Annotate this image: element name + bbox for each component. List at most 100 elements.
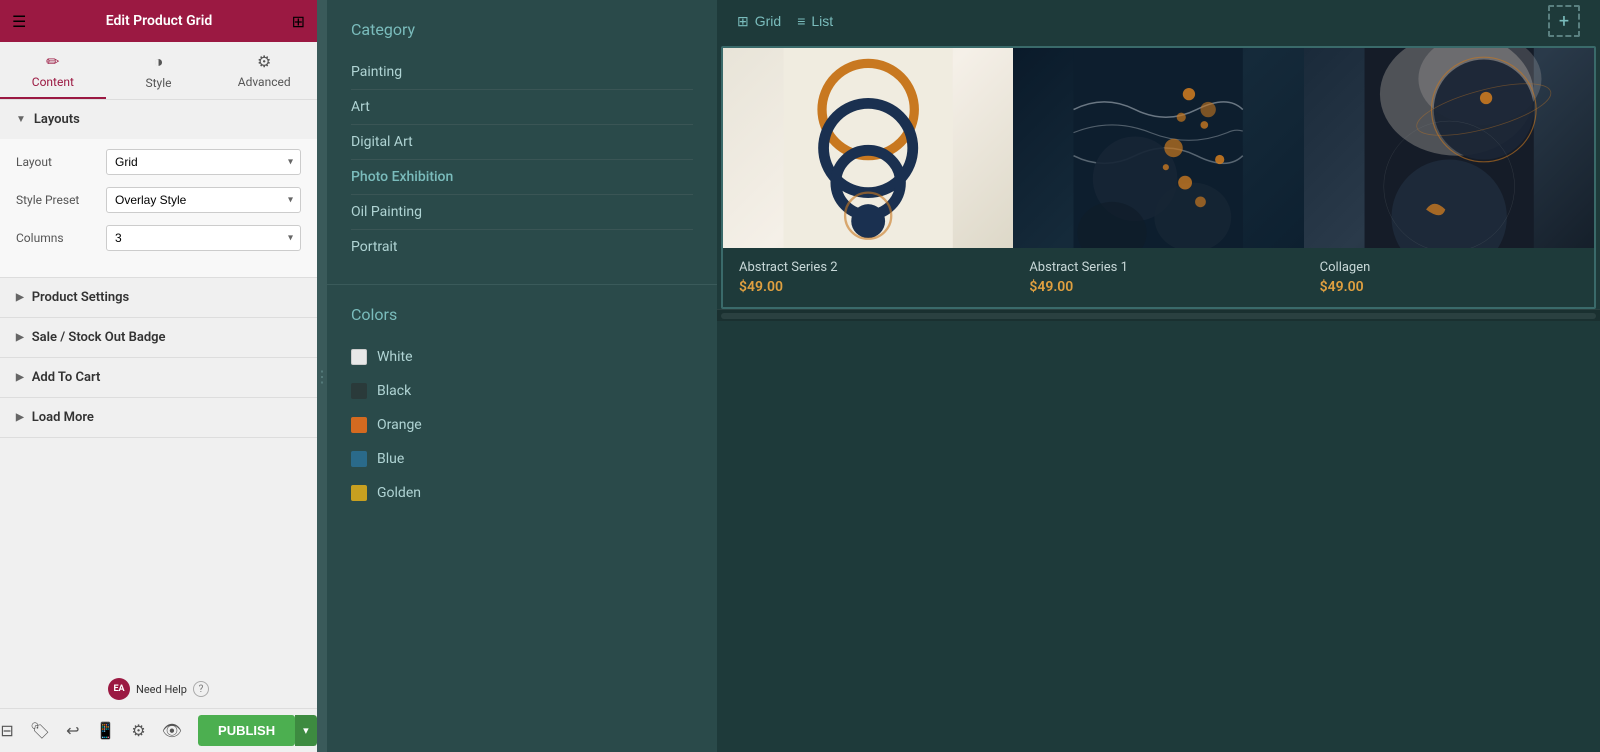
product-card-3: Collagen $49.00 bbox=[1304, 48, 1594, 307]
color-item-golden[interactable]: Golden bbox=[351, 476, 693, 510]
need-help-text[interactable]: Need Help bbox=[136, 683, 187, 696]
layouts-section: ▼ Layouts Layout Grid List Masonry bbox=[0, 100, 317, 278]
grid-view-icon: ⊞ bbox=[737, 13, 749, 30]
settings-icon[interactable]: ⚙ bbox=[131, 721, 145, 740]
product-info-1: Abstract Series 2 $49.00 bbox=[723, 248, 1013, 307]
golden-swatch bbox=[351, 485, 367, 501]
columns-select[interactable]: 1 2 3 4 5 6 bbox=[106, 225, 301, 251]
product-image-2 bbox=[1013, 48, 1303, 248]
publish-dropdown-button[interactable]: ▾ bbox=[295, 715, 317, 746]
advanced-icon: ⚙ bbox=[257, 52, 271, 71]
need-help-row: EA Need Help ? bbox=[0, 670, 317, 708]
add-to-cart-section: ▶ Add To Cart bbox=[0, 358, 317, 398]
category-item-art[interactable]: Art bbox=[351, 90, 693, 125]
colors-title: Colors bbox=[351, 305, 693, 324]
product-price-3: $49.00 bbox=[1320, 279, 1578, 295]
color-item-orange[interactable]: Orange bbox=[351, 408, 693, 442]
category-items: Painting Art Digital Art Photo Exhibitio… bbox=[351, 55, 693, 264]
product-settings-label: Product Settings bbox=[32, 290, 130, 305]
style-preset-label: Style Preset bbox=[16, 193, 106, 207]
style-preset-field-row: Style Preset Overlay Style Default Class… bbox=[16, 187, 301, 213]
tab-advanced[interactable]: ⚙ Advanced bbox=[211, 42, 317, 99]
style-preset-select[interactable]: Overlay Style Default Classic bbox=[106, 187, 301, 213]
white-label: White bbox=[377, 349, 413, 365]
horizontal-scrollbar[interactable] bbox=[721, 313, 1596, 319]
category-section: Category Painting Art Digital Art Photo … bbox=[327, 0, 717, 285]
white-swatch bbox=[351, 349, 367, 365]
columns-field-row: Columns 1 2 3 4 5 6 bbox=[16, 225, 301, 251]
content-toolbar: ⊞ Grid ≡ List + bbox=[717, 0, 1600, 42]
layouts-arrow: ▼ bbox=[16, 114, 26, 125]
category-item-painting[interactable]: Painting bbox=[351, 55, 693, 90]
layout-select-wrapper: Grid List Masonry bbox=[106, 149, 301, 175]
load-more-arrow: ▶ bbox=[16, 412, 24, 423]
add-to-cart-label: Add To Cart bbox=[32, 370, 101, 385]
publish-group: PUBLISH ▾ bbox=[198, 715, 317, 746]
ea-badge: EA bbox=[108, 678, 130, 700]
load-more-header[interactable]: ▶ Load More bbox=[0, 398, 317, 437]
category-item-portrait[interactable]: Portrait bbox=[351, 230, 693, 264]
blue-label: Blue bbox=[377, 451, 404, 467]
category-item-photo-exhibition[interactable]: Photo Exhibition bbox=[351, 160, 693, 195]
columns-select-wrapper: 1 2 3 4 5 6 bbox=[106, 225, 301, 251]
content-area: ⊞ Grid ≡ List + bbox=[717, 0, 1600, 752]
sale-badge-label: Sale / Stock Out Badge bbox=[32, 330, 166, 345]
scrollbar-area bbox=[717, 309, 1600, 321]
color-item-black[interactable]: Black bbox=[351, 374, 693, 408]
product-name-3: Collagen bbox=[1320, 260, 1578, 275]
color-items: White Black Orange Blue Golden bbox=[351, 340, 693, 510]
ea-icon: EA bbox=[108, 678, 130, 700]
product-info-2: Abstract Series 1 $49.00 bbox=[1013, 248, 1303, 307]
resize-handle[interactable] bbox=[317, 0, 327, 752]
view-toggle: ⊞ Grid ≡ List bbox=[737, 13, 833, 30]
list-view-icon: ≡ bbox=[797, 13, 805, 29]
artwork-circles-svg bbox=[723, 48, 1013, 248]
tab-content[interactable]: ✏ Content bbox=[0, 42, 106, 99]
product-settings-arrow: ▶ bbox=[16, 292, 24, 303]
tab-style[interactable]: ◑ Style bbox=[106, 42, 212, 99]
product-image-1 bbox=[723, 48, 1013, 248]
mobile-icon[interactable]: 📱 bbox=[95, 721, 115, 740]
category-item-digital-art[interactable]: Digital Art bbox=[351, 125, 693, 160]
bottom-bar: ⊟ 🏷 ↩ 📱 ⚙ 👁 PUBLISH ▾ bbox=[0, 708, 317, 752]
color-item-white[interactable]: White bbox=[351, 340, 693, 374]
content-icon: ✏ bbox=[46, 52, 59, 71]
help-circle-icon[interactable]: ? bbox=[193, 681, 209, 697]
product-settings-section: ▶ Product Settings bbox=[0, 278, 317, 318]
product-name-2: Abstract Series 1 bbox=[1029, 260, 1287, 275]
tag-icon[interactable]: 🏷 bbox=[30, 721, 50, 740]
layouts-header[interactable]: ▼ Layouts bbox=[0, 100, 317, 139]
grid-view-button[interactable]: ⊞ Grid bbox=[737, 13, 781, 30]
category-item-oil-painting[interactable]: Oil Painting bbox=[351, 195, 693, 230]
orange-swatch bbox=[351, 417, 367, 433]
layers-icon[interactable]: ⊟ bbox=[0, 721, 13, 740]
add-to-cart-arrow: ▶ bbox=[16, 372, 24, 383]
product-settings-header[interactable]: ▶ Product Settings bbox=[0, 278, 317, 317]
product-image-3 bbox=[1304, 48, 1594, 248]
product-price-2: $49.00 bbox=[1029, 279, 1287, 295]
layout-select[interactable]: Grid List Masonry bbox=[106, 149, 301, 175]
grid-view-icon[interactable]: ⊞ bbox=[292, 12, 305, 31]
sale-badge-section: ▶ Sale / Stock Out Badge bbox=[0, 318, 317, 358]
add-section-button[interactable]: + bbox=[1548, 5, 1580, 37]
add-to-cart-header[interactable]: ▶ Add To Cart bbox=[0, 358, 317, 397]
product-price-1: $49.00 bbox=[739, 279, 997, 295]
clock-icon[interactable]: ↩ bbox=[66, 721, 79, 740]
sidebar-content: ▼ Layouts Layout Grid List Masonry bbox=[0, 100, 317, 752]
golden-label: Golden bbox=[377, 485, 421, 501]
color-item-blue[interactable]: Blue bbox=[351, 442, 693, 476]
blue-swatch bbox=[351, 451, 367, 467]
list-view-button[interactable]: ≡ List bbox=[797, 13, 833, 29]
columns-label: Columns bbox=[16, 231, 106, 245]
publish-button[interactable]: PUBLISH bbox=[198, 715, 295, 746]
sale-badge-header[interactable]: ▶ Sale / Stock Out Badge bbox=[0, 318, 317, 357]
middle-panel: Category Painting Art Digital Art Photo … bbox=[327, 0, 717, 752]
layout-field-row: Layout Grid List Masonry bbox=[16, 149, 301, 175]
load-more-label: Load More bbox=[32, 410, 94, 425]
eye-icon[interactable]: 👁 bbox=[162, 721, 182, 740]
product-info-3: Collagen $49.00 bbox=[1304, 248, 1594, 307]
artwork-dark-svg bbox=[1013, 48, 1303, 248]
load-more-section: ▶ Load More bbox=[0, 398, 317, 438]
product-card-2: Abstract Series 1 $49.00 bbox=[1013, 48, 1303, 307]
hamburger-icon[interactable]: ☰ bbox=[12, 12, 26, 31]
